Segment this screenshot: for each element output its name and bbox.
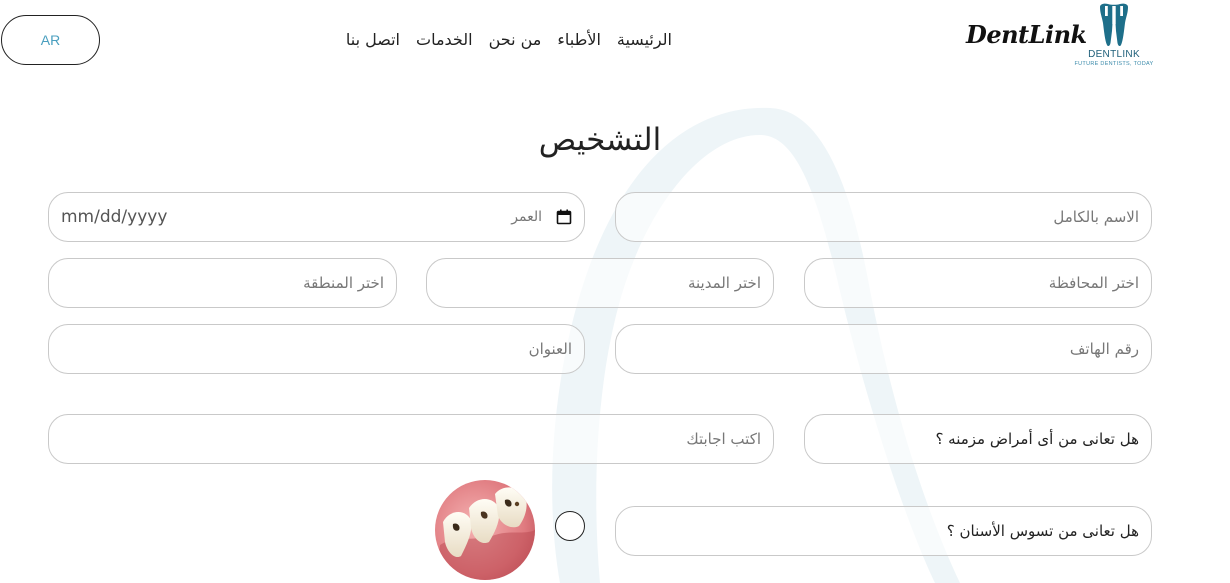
tooth-logo-icon: [1100, 3, 1128, 47]
nav-about[interactable]: من نحن: [489, 30, 542, 49]
age-date-field[interactable]: العمر mm/dd/yyyy: [48, 192, 585, 242]
chronic-disease-label: هل تعانى من أى أمراض مزمنه ؟: [935, 430, 1139, 448]
address-input[interactable]: [61, 340, 572, 358]
nav-services[interactable]: الخدمات: [416, 30, 473, 49]
language-button[interactable]: AR: [1, 15, 100, 65]
governorate-select[interactable]: [817, 274, 1139, 292]
region-select[interactable]: [61, 274, 384, 292]
city-select[interactable]: [439, 274, 761, 292]
age-label-group: العمر: [511, 209, 572, 225]
chronic-disease-question: هل تعانى من أى أمراض مزمنه ؟: [804, 414, 1152, 464]
age-date-value[interactable]: mm/dd/yyyy: [61, 207, 167, 227]
tooth-decay-label: هل تعانى من تسوس الأسنان ؟: [946, 522, 1139, 540]
governorate-field[interactable]: [804, 258, 1152, 308]
logo-tagline: FUTURE DENTISTS, TODAY: [1074, 61, 1154, 67]
full-name-input[interactable]: [628, 208, 1139, 226]
main-nav: الرئيسية الأطباء من نحن الخدمات اتصل بنا: [346, 30, 672, 49]
tooth-decay-image: [435, 480, 535, 580]
logo-name: DENTLINK: [1088, 49, 1140, 60]
nav-home[interactable]: الرئيسية: [617, 30, 672, 49]
dentlink-logo[interactable]: DENTLINK FUTURE DENTISTS, TODAY: [1068, 3, 1160, 75]
tooth-decay-radio[interactable]: [555, 511, 585, 541]
nav-doctors[interactable]: الأطباء: [557, 30, 601, 49]
age-label: العمر: [511, 209, 542, 225]
tooth-decay-question: هل تعانى من تسوس الأسنان ؟: [615, 506, 1152, 556]
full-name-field[interactable]: [615, 192, 1152, 242]
answer-field[interactable]: [48, 414, 774, 464]
nav-contact[interactable]: اتصل بنا: [346, 30, 400, 49]
calendar-icon[interactable]: [556, 209, 572, 225]
phone-input[interactable]: [628, 340, 1139, 358]
decayed-teeth-icon: [435, 480, 535, 580]
page-title: التشخيص: [538, 122, 662, 158]
region-field[interactable]: [48, 258, 397, 308]
address-field[interactable]: [48, 324, 585, 374]
diagnosis-page: AR الرئيسية الأطباء من نحن الخدمات اتصل …: [0, 0, 1230, 583]
answer-input[interactable]: [61, 430, 761, 448]
phone-field[interactable]: [615, 324, 1152, 374]
city-field[interactable]: [426, 258, 774, 308]
